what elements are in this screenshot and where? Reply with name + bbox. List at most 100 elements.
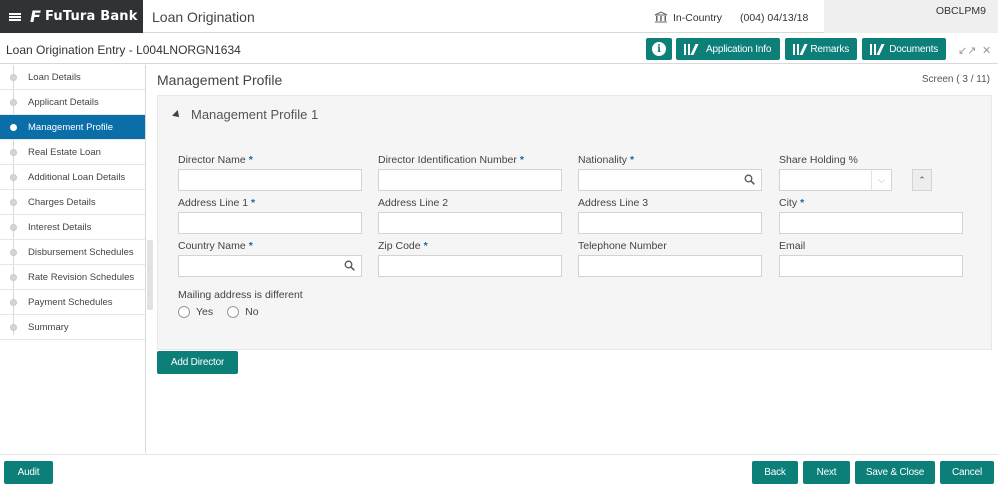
application-info-button[interactable]: Application Info xyxy=(676,38,780,60)
step-sidebar: Loan Details Applicant Details Managemen… xyxy=(0,65,146,453)
step-label: Rate Revision Schedules xyxy=(28,271,135,283)
close-icon[interactable]: ✕ xyxy=(982,44,991,57)
step-label: Additional Loan Details xyxy=(28,171,126,183)
required-marker: * xyxy=(800,197,805,209)
telephone-input[interactable] xyxy=(578,255,762,277)
step-dot-icon xyxy=(10,99,17,106)
country-indicator: In-Country xyxy=(673,12,723,24)
step-label: Real Estate Loan xyxy=(28,146,101,158)
library-icon xyxy=(684,43,700,55)
address-line-3-label: Address Line 3 xyxy=(578,197,649,209)
menu-icon[interactable] xyxy=(0,0,30,33)
step-label: Loan Details xyxy=(28,71,81,83)
bank-name: FuTura Bank xyxy=(44,9,138,24)
step-dot-icon xyxy=(10,249,17,256)
footer-bar: Audit Back Next Save & Close Cancel xyxy=(0,454,998,493)
step-rate-revision-schedules[interactable]: Rate Revision Schedules xyxy=(0,265,145,290)
minimize-icon[interactable]: ↙↗ xyxy=(958,44,976,57)
library-icon xyxy=(793,43,808,55)
bank-logo-icon: F xyxy=(30,7,41,26)
brand-bar: F FuTura Bank xyxy=(0,0,143,33)
radio-no[interactable] xyxy=(227,306,240,318)
step-real-estate-loan[interactable]: Real Estate Loan xyxy=(0,140,145,165)
step-dot-icon xyxy=(10,274,17,281)
radio-yes-label[interactable]: Yes xyxy=(196,306,213,318)
required-marker: * xyxy=(519,154,524,166)
info-button[interactable]: i xyxy=(646,38,672,60)
management-profile-panel: Management Profile 1 Director Name * Dire… xyxy=(157,95,992,350)
back-button[interactable]: Back xyxy=(752,461,798,484)
add-director-button[interactable]: Add Director xyxy=(157,351,238,374)
step-dot-icon xyxy=(10,299,17,306)
collapse-triangle-icon[interactable] xyxy=(172,109,182,120)
address-line-2-label: Address Line 2 xyxy=(378,197,449,209)
zip-code-label: Zip Code * xyxy=(378,240,428,252)
telephone-label: Telephone Number xyxy=(578,240,667,252)
radio-yes[interactable] xyxy=(178,306,190,318)
top-bar: F FuTura Bank Loan Origination In-Countr… xyxy=(0,0,998,33)
next-button[interactable]: Next xyxy=(803,461,850,484)
address-line-1-label: Address Line 1 * xyxy=(178,197,256,209)
spinner-up-icon[interactable]: ⌃ xyxy=(912,169,932,191)
step-dot-icon xyxy=(10,224,17,231)
director-name-input[interactable] xyxy=(178,169,362,191)
zip-code-input[interactable] xyxy=(378,255,562,277)
audit-button[interactable]: Audit xyxy=(4,461,53,484)
user-menu[interactable]: OBCLPM9 xyxy=(824,0,998,33)
remarks-label: Remarks xyxy=(810,43,849,55)
entry-header: Loan Origination Entry - L004LNORGN1634 … xyxy=(0,34,998,64)
city-input[interactable] xyxy=(779,212,963,234)
radio-no-label[interactable]: No xyxy=(245,306,258,318)
documents-button[interactable]: Documents xyxy=(862,38,946,60)
address-line-2-input[interactable] xyxy=(378,212,562,234)
mailing-address-label: Mailing address is different xyxy=(178,289,303,301)
search-icon[interactable] xyxy=(744,174,755,185)
page-title: Management Profile xyxy=(157,72,283,88)
director-id-input[interactable] xyxy=(378,169,562,191)
remarks-button[interactable]: Remarks xyxy=(785,38,857,60)
city-label: City * xyxy=(779,197,805,209)
required-marker: * xyxy=(630,154,635,166)
nationality-label: Nationality * xyxy=(578,154,635,166)
share-holding-label: Share Holding % xyxy=(779,154,858,166)
nationality-input[interactable] xyxy=(578,169,762,191)
search-icon[interactable] xyxy=(344,260,355,271)
director-id-label: Director Identification Number * xyxy=(378,154,524,166)
step-label: Charges Details xyxy=(28,196,96,208)
step-interest-details[interactable]: Interest Details xyxy=(0,215,145,240)
spinner-down-icon[interactable]: ⌵ xyxy=(871,170,891,190)
step-payment-schedules[interactable]: Payment Schedules xyxy=(0,290,145,315)
application-info-label: Application Info xyxy=(706,43,772,55)
panel-title: Management Profile 1 xyxy=(191,107,319,122)
cancel-button[interactable]: Cancel xyxy=(940,461,994,484)
address-line-1-input[interactable] xyxy=(178,212,362,234)
sidebar-scrollbar[interactable] xyxy=(147,240,153,310)
panel-header[interactable]: Management Profile 1 xyxy=(172,107,319,122)
screen-counter: Screen ( 3 / 11) xyxy=(921,74,990,85)
step-dot-icon xyxy=(10,174,17,181)
step-label: Management Profile xyxy=(28,121,114,133)
library-icon xyxy=(870,43,885,55)
country-name-label: Country Name * xyxy=(178,240,253,252)
email-label: Email xyxy=(779,240,806,252)
required-marker: * xyxy=(248,154,253,166)
step-loan-details[interactable]: Loan Details xyxy=(0,65,145,90)
bank-building-icon xyxy=(654,11,668,23)
email-input[interactable] xyxy=(779,255,963,277)
step-dot-icon xyxy=(10,149,17,156)
step-charges-details[interactable]: Charges Details xyxy=(0,190,145,215)
step-disbursement-schedules[interactable]: Disbursement Schedules xyxy=(0,240,145,265)
app-title: Loan Origination xyxy=(152,9,255,25)
address-line-3-input[interactable] xyxy=(578,212,762,234)
step-dot-icon xyxy=(10,74,17,81)
step-additional-loan-details[interactable]: Additional Loan Details xyxy=(0,165,145,190)
country-name-input[interactable] xyxy=(178,255,362,277)
step-summary[interactable]: Summary xyxy=(0,315,145,340)
step-applicant-details[interactable]: Applicant Details xyxy=(0,90,145,115)
save-close-button[interactable]: Save & Close xyxy=(855,461,935,484)
branch-date: (004) 04/13/18 xyxy=(740,12,809,24)
step-label: Disbursement Schedules xyxy=(28,246,134,258)
info-icon: i xyxy=(652,42,666,56)
share-holding-input[interactable]: ⌵ xyxy=(779,169,892,191)
step-management-profile[interactable]: Management Profile xyxy=(0,115,145,140)
